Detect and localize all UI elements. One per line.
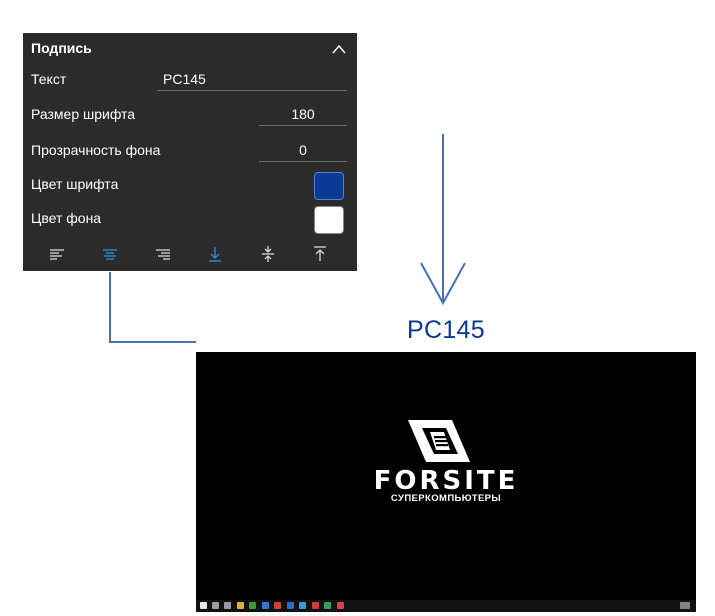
app-icon-red-3[interactable] <box>337 602 344 609</box>
chevron-up-icon[interactable] <box>331 42 347 54</box>
font-color-swatch[interactable] <box>314 172 344 200</box>
align-top-icon[interactable] <box>309 243 331 265</box>
bg-opacity-label: Прозрачность фона <box>31 142 161 158</box>
search-icon[interactable] <box>212 602 219 609</box>
app-icon-lightblue[interactable] <box>299 602 306 609</box>
taskbar <box>196 600 696 612</box>
row-font-size: Размер шрифта <box>23 100 357 130</box>
alignment-toolbar <box>23 239 357 271</box>
folder-icon[interactable] <box>237 602 244 609</box>
bg-color-swatch[interactable] <box>314 206 344 234</box>
app-icon-red-2[interactable] <box>312 602 319 609</box>
desktop-screen: FORSITE СУПЕРКОМПЬЮТЕРЫ <box>196 352 696 612</box>
row-text: Текст <box>23 65 357 95</box>
app-icon-blue[interactable] <box>287 602 294 609</box>
app-icon-green-2[interactable] <box>324 602 331 609</box>
start-icon[interactable] <box>200 602 207 609</box>
row-bg-opacity: Прозрачность фона <box>23 136 357 166</box>
brand-name: FORSITE <box>373 466 519 496</box>
align-bottom-icon[interactable] <box>204 243 226 265</box>
row-font-color: Цвет шрифта <box>23 170 357 200</box>
font-size-input[interactable] <box>259 102 347 126</box>
caption-text: PC145 <box>407 316 485 344</box>
panel-title: Подпись <box>31 40 92 56</box>
row-bg-color: Цвет фона <box>23 204 357 234</box>
caption-bar: PC145 <box>196 306 696 352</box>
align-left-icon[interactable] <box>46 243 68 265</box>
bg-color-label: Цвет фона <box>31 210 102 226</box>
app-icon-red[interactable] <box>274 602 281 609</box>
panel-connector-line <box>109 272 196 343</box>
bg-opacity-input[interactable] <box>259 138 347 162</box>
align-middle-icon[interactable] <box>257 243 279 265</box>
panel-header: Подпись <box>23 33 357 63</box>
text-input[interactable] <box>157 67 347 91</box>
system-tray-clock[interactable] <box>680 602 690 609</box>
font-size-label: Размер шрифта <box>31 106 136 122</box>
preview-window: PC145 FORSITE СУПЕРКОМПЬЮТЕРЫ <box>196 306 696 612</box>
forsite-logo-icon <box>408 420 470 462</box>
edge-icon[interactable] <box>262 602 269 609</box>
caption-properties-panel: Подпись Текст Размер шрифта Прозрачность… <box>23 33 357 271</box>
align-right-icon[interactable] <box>152 243 174 265</box>
brand-tagline: СУПЕРКОМПЬЮТЕРЫ <box>390 493 502 504</box>
align-center-icon[interactable] <box>99 243 121 265</box>
task-view-icon[interactable] <box>224 602 231 609</box>
app-icon-green[interactable] <box>249 602 256 609</box>
font-color-label: Цвет шрифта <box>31 176 119 192</box>
down-arrow-head <box>420 262 466 306</box>
text-label: Текст <box>31 71 67 87</box>
